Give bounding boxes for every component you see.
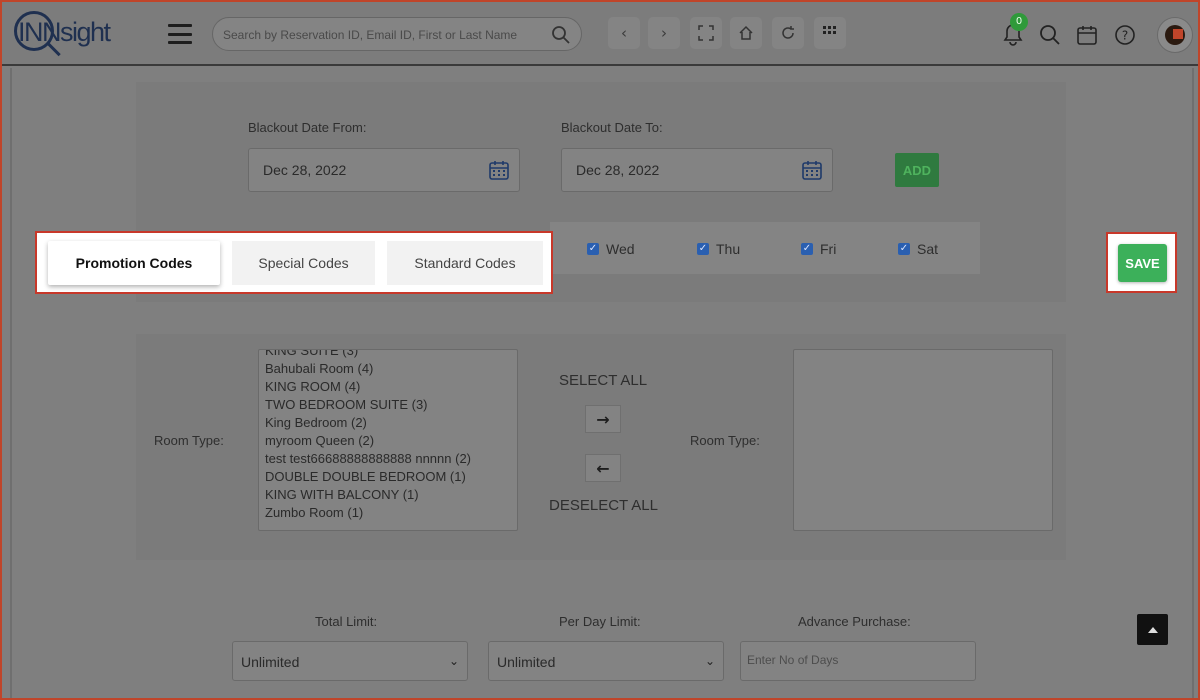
- day-thu[interactable]: ✓ Thu: [697, 241, 740, 257]
- blackout-from-value: Dec 28, 2022: [263, 162, 347, 178]
- search-input[interactable]: [223, 25, 545, 45]
- advance-purchase-label: Advance Purchase:: [798, 614, 911, 629]
- deselect-all-button[interactable]: DESELECT ALL: [549, 497, 658, 514]
- select-all-button[interactable]: SELECT ALL: [559, 372, 647, 389]
- available-room-types-list[interactable]: KING SUITE (3) Bahubali Room (4) KING RO…: [258, 349, 518, 531]
- total-limit-value: Unlimited: [241, 654, 300, 670]
- save-button[interactable]: SAVE: [1118, 244, 1167, 282]
- per-day-limit-label: Per Day Limit:: [559, 614, 641, 629]
- day-thu-label: Thu: [716, 241, 741, 257]
- total-limit-label: Total Limit:: [315, 614, 378, 629]
- room-type-right-label: Room Type:: [690, 433, 760, 448]
- advance-purchase-input[interactable]: [747, 653, 967, 667]
- logo-text: INNsight: [18, 17, 111, 47]
- notification-badge: 0: [1010, 13, 1028, 31]
- checkbox-thu[interactable]: ✓: [697, 243, 709, 255]
- selected-room-types-list[interactable]: [793, 349, 1053, 531]
- total-limit-select[interactable]: Unlimited ⌄: [232, 641, 468, 681]
- blackout-to-field[interactable]: Dec 28, 2022: [561, 148, 833, 192]
- tab-standard-codes[interactable]: Standard Codes: [387, 241, 543, 285]
- list-item[interactable]: KING ROOM (4): [259, 378, 517, 396]
- svg-text:?: ?: [1122, 29, 1128, 43]
- arrow-right-icon[interactable]: →: [585, 405, 621, 433]
- days-of-week: ✓ Wed ✓ Thu ✓ Fri ✓ Sat: [550, 222, 980, 274]
- calendar-icon[interactable]: [1074, 22, 1100, 48]
- search-bar[interactable]: [212, 17, 582, 51]
- blackout-to-value: Dec 28, 2022: [576, 162, 660, 178]
- list-item[interactable]: King Bedroom (2): [259, 414, 517, 432]
- app-frame: INNsight ‹ › 0 ?: [0, 0, 1200, 700]
- help-icon[interactable]: ?: [1112, 22, 1138, 48]
- list-item[interactable]: Zumbo Room (1): [259, 504, 517, 522]
- list-item[interactable]: test test66688888888888 nnnnn (2): [259, 450, 517, 468]
- arrow-left-icon[interactable]: ←: [585, 454, 621, 482]
- day-fri-label: Fri: [820, 241, 837, 257]
- day-wed-label: Wed: [606, 241, 635, 257]
- per-day-limit-select[interactable]: Unlimited ⌄: [488, 641, 724, 681]
- room-type-left-label: Room Type:: [154, 433, 224, 448]
- room-type-items: KING SUITE (3) Bahubali Room (4) KING RO…: [259, 350, 517, 522]
- top-navbar: INNsight ‹ › 0 ?: [2, 2, 1198, 66]
- list-item[interactable]: DOUBLE DOUBLE BEDROOM (1): [259, 468, 517, 486]
- list-item[interactable]: TWO BEDROOM SUITE (3): [259, 396, 517, 414]
- forward-icon[interactable]: ›: [648, 17, 680, 49]
- blackout-from-field[interactable]: Dec 28, 2022: [248, 148, 520, 192]
- caret-up-icon: [1147, 626, 1158, 633]
- checkbox-fri[interactable]: ✓: [801, 243, 813, 255]
- day-sat[interactable]: ✓ Sat: [898, 241, 938, 257]
- list-item[interactable]: KING WITH BALCONY (1): [259, 486, 517, 504]
- day-sat-label: Sat: [917, 241, 939, 257]
- chevron-down-icon: ⌄: [704, 654, 715, 668]
- avatar[interactable]: [1157, 17, 1193, 53]
- blackout-to-label: Blackout Date To:: [561, 120, 663, 135]
- code-tabs: Promotion Codes Special Codes Standard C…: [35, 231, 553, 294]
- calendar-icon[interactable]: [489, 160, 509, 180]
- per-day-limit-value: Unlimited: [497, 654, 556, 670]
- calendar-icon[interactable]: [802, 160, 822, 180]
- apps-grid-icon[interactable]: [814, 17, 846, 49]
- chevron-down-icon: ⌄: [448, 654, 459, 668]
- refresh-icon[interactable]: [772, 17, 804, 49]
- fullscreen-icon[interactable]: [690, 17, 722, 49]
- innsight-logo[interactable]: INNsight: [14, 8, 144, 62]
- checkbox-wed[interactable]: ✓: [587, 243, 599, 255]
- list-item[interactable]: KING SUITE (3): [259, 350, 517, 360]
- scroll-to-top-button[interactable]: [1137, 614, 1168, 645]
- save-highlight: SAVE: [1106, 232, 1177, 293]
- tab-special-codes[interactable]: Special Codes: [232, 241, 375, 285]
- add-button[interactable]: ADD: [895, 153, 939, 187]
- list-item[interactable]: Bahubali Room (4): [259, 360, 517, 378]
- avatar-image: [1165, 25, 1185, 45]
- advance-purchase-field[interactable]: [740, 641, 976, 681]
- blackout-from-label: Blackout Date From:: [248, 120, 367, 135]
- list-item[interactable]: myroom Queen (2): [259, 432, 517, 450]
- checkbox-sat[interactable]: ✓: [898, 243, 910, 255]
- search-icon[interactable]: [551, 25, 571, 45]
- search-icon[interactable]: [1037, 22, 1063, 48]
- back-icon[interactable]: ‹: [608, 17, 640, 49]
- day-fri[interactable]: ✓ Fri: [801, 241, 836, 257]
- day-wed[interactable]: ✓ Wed: [587, 241, 635, 257]
- tab-promotion-codes[interactable]: Promotion Codes: [48, 241, 220, 285]
- home-icon[interactable]: [730, 17, 762, 49]
- menu-icon[interactable]: [168, 24, 192, 44]
